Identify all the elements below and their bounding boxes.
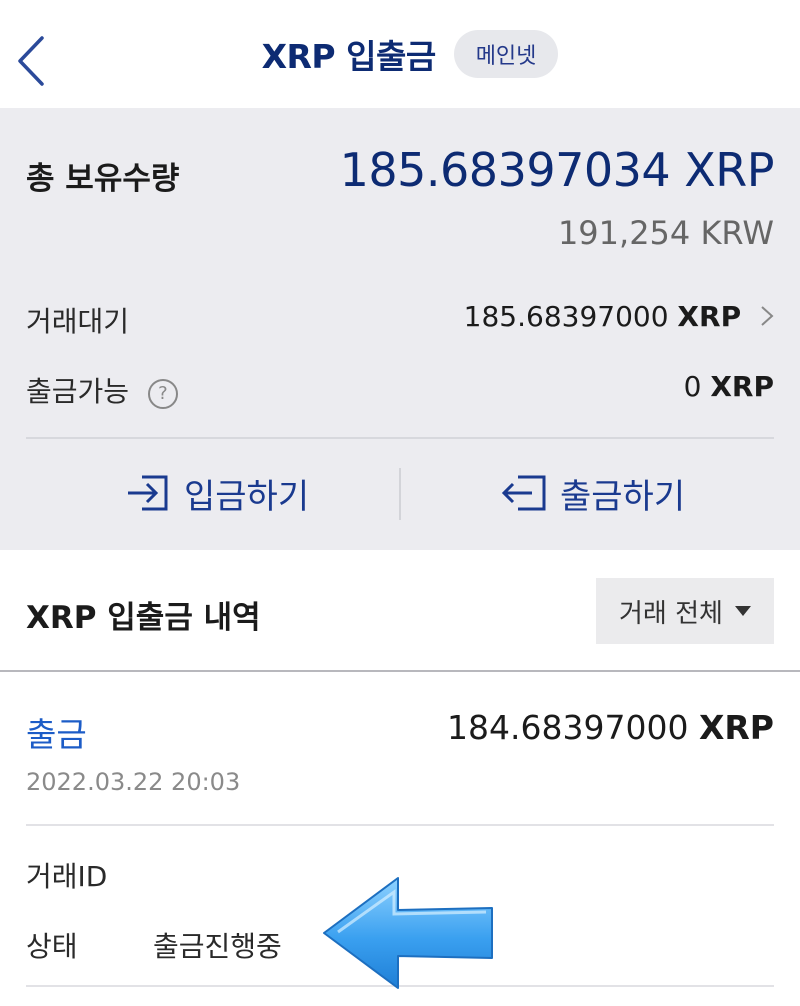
available-amount-row: 0 XRP [684,370,774,403]
action-separator [399,468,401,520]
transaction-type: 출금 [26,715,87,754]
caret-down-icon [734,606,751,616]
history-title: XRP 입출금 내역 [26,600,261,636]
history-filter-dropdown[interactable]: 거래 전체 [596,578,774,644]
transaction-amount-row: 184.68397000 XRP [447,708,774,747]
available-label: 출금가능 [26,375,130,408]
transaction-amount: 184.68397000 [447,708,689,747]
history-divider [0,670,800,672]
transaction-status-label: 상태 [26,930,78,963]
pending-unit: XRP [677,300,742,333]
total-holdings-amount: 185.68397034 XRP [339,143,775,197]
withdraw-button[interactable]: 출금하기 [500,462,685,524]
transaction-divider [26,824,774,826]
pending-label: 거래대기 [26,305,130,338]
transaction-date: 2022.03.22 20:03 [26,768,241,796]
help-icon[interactable]: ? [147,379,178,409]
transaction-id-label: 거래ID [26,860,108,893]
page-title: XRP 입출금 [261,37,437,76]
network-badge: 메인넷 [453,30,559,78]
deposit-button[interactable]: 입금하기 [126,462,309,524]
pending-amount: 185.68397000 [463,300,669,333]
transaction-status-value: 출금진행중 [153,930,282,963]
filter-label: 거래 전체 [619,598,723,629]
available-unit: XRP [710,370,774,403]
highlight-arrow-icon [323,877,493,989]
available-amount: 0 [683,370,702,403]
chevron-right-icon [761,306,774,326]
total-holdings-label: 총 보유수량 [26,161,180,197]
deposit-icon [128,475,168,511]
pending-amount-row[interactable]: 185.68397000 XRP [464,300,774,333]
withdraw-label: 출금하기 [560,476,686,517]
available-label-row: 출금가능 ? [26,370,178,410]
summary-divider [26,437,774,439]
total-holdings-krw: 191,254 KRW [557,214,774,252]
title-group: XRP 입출금 메인넷 [0,0,800,108]
transaction-unit: XRP [698,708,774,747]
withdraw-icon [501,475,546,511]
app-header: XRP 입출금 메인넷 [0,0,800,108]
deposit-label: 입금하기 [184,476,310,517]
